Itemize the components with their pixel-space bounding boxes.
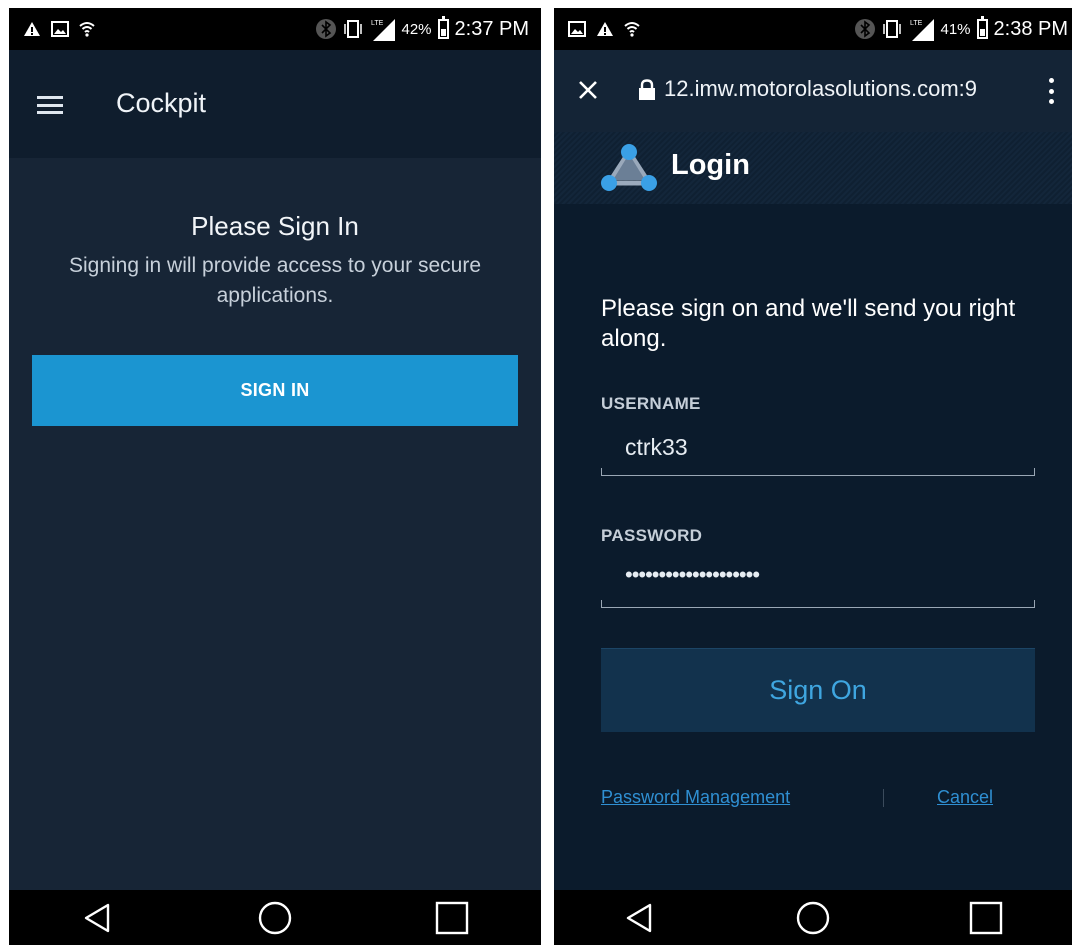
- triangle-network-logo: [601, 144, 657, 191]
- back-icon[interactable]: [68, 890, 128, 945]
- url-fade: [984, 70, 1024, 110]
- home-icon[interactable]: [245, 890, 305, 945]
- login-header: Login: [554, 132, 1072, 204]
- status-time: 2:37 PM: [454, 17, 529, 40]
- right-phone-screen: LTE 41% 2:38 PM 12.imw.motorolasolutions…: [554, 8, 1072, 945]
- svg-text:LTE: LTE: [910, 20, 923, 27]
- bluetooth-icon: [854, 18, 876, 40]
- battery-icon: [437, 16, 449, 39]
- password-label: PASSWORD: [601, 526, 703, 545]
- recents-icon[interactable]: [422, 890, 482, 945]
- cancel-link[interactable]: Cancel: [937, 787, 993, 808]
- close-icon[interactable]: [576, 78, 600, 102]
- sign-on-button[interactable]: Sign On: [601, 648, 1035, 732]
- link-separator: [883, 789, 884, 807]
- vibrate-icon: [882, 18, 902, 40]
- navigation-bar: [9, 890, 541, 945]
- username-field[interactable]: ctrk33: [601, 428, 1035, 476]
- home-icon[interactable]: [783, 890, 843, 945]
- warning-icon: [23, 21, 41, 37]
- hamburger-menu-icon[interactable]: [37, 96, 63, 114]
- image-icon: [568, 21, 586, 37]
- status-time: 2:38 PM: [993, 17, 1068, 40]
- password-value: ••••••••••••••••••••: [625, 562, 760, 587]
- image-icon: [51, 21, 69, 37]
- wifi-icon: [624, 21, 640, 37]
- battery-percent: 42%: [401, 20, 432, 38]
- sign-in-button[interactable]: SIGN IN: [32, 355, 518, 426]
- username-label: USERNAME: [601, 394, 701, 413]
- recents-icon[interactable]: [956, 890, 1016, 945]
- lte-signal-icon: LTE: [369, 17, 396, 41]
- browser-url-bar: 12.imw.motorolasolutions.com:9: [554, 50, 1072, 132]
- wifi-icon: [79, 21, 95, 37]
- login-title: Login: [671, 149, 750, 181]
- sign-in-heading: Please Sign In: [191, 211, 359, 241]
- username-value: ctrk33: [625, 434, 688, 460]
- lte-signal-icon: LTE: [908, 17, 935, 41]
- url-text[interactable]: 12.imw.motorolasolutions.com:9: [664, 76, 1014, 102]
- password-management-link[interactable]: Password Management: [601, 787, 790, 808]
- battery-percent: 41%: [940, 20, 971, 38]
- form-intro: Please sign on and we'll send you right …: [601, 295, 1016, 352]
- app-bar: Cockpit: [9, 50, 541, 158]
- left-phone-screen: LTE 42% 2:37 PM Cockpit Please Sign In S…: [9, 8, 541, 945]
- bluetooth-icon: [315, 18, 337, 40]
- status-bar: LTE 41% 2:38 PM: [554, 8, 1072, 50]
- sign-in-subtitle: Signing in will provide access to your s…: [68, 254, 482, 307]
- kebab-menu-icon[interactable]: [1048, 78, 1054, 104]
- status-bar: LTE 42% 2:37 PM: [9, 8, 541, 50]
- password-field[interactable]: ••••••••••••••••••••: [601, 560, 1035, 608]
- warning-icon: [596, 21, 614, 37]
- app-title: Cockpit: [116, 88, 207, 118]
- battery-icon: [976, 16, 988, 39]
- vibrate-icon: [343, 18, 363, 40]
- back-icon[interactable]: [610, 890, 670, 945]
- navigation-bar: [554, 890, 1072, 945]
- svg-text:LTE: LTE: [371, 20, 384, 27]
- lock-icon: [638, 79, 656, 106]
